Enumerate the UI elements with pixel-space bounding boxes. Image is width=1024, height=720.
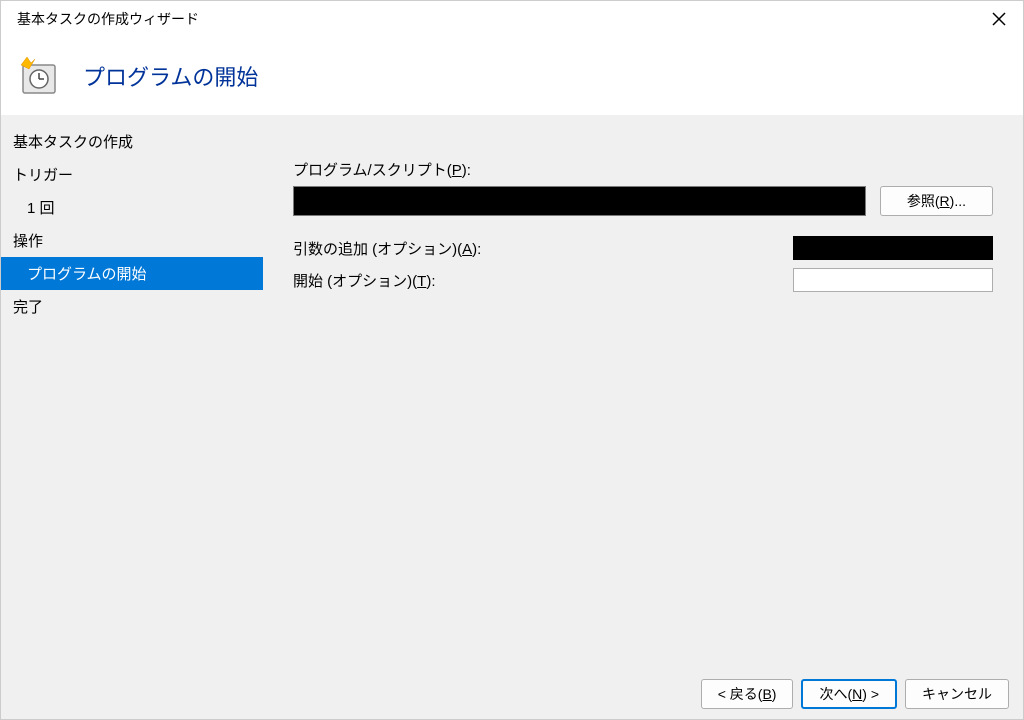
browse-button[interactable]: 参照(R)... xyxy=(880,186,993,216)
sidebar-item-finish[interactable]: 完了 xyxy=(1,290,263,323)
program-script-label: プログラム/スクリプト(P): xyxy=(293,159,993,180)
wizard-sidebar: 基本タスクの作成 トリガー 1 回 操作 プログラムの開始 完了 xyxy=(1,123,263,669)
sidebar-item-start-program[interactable]: プログラムの開始 xyxy=(1,257,263,290)
wizard-window: 基本タスクの作成ウィザード プログラムの開始 基本タスクの作成 トリガー 1 回 xyxy=(0,0,1024,720)
next-button[interactable]: 次へ(N) > xyxy=(801,679,897,709)
sidebar-item-action[interactable]: 操作 xyxy=(1,224,263,257)
cancel-button[interactable]: キャンセル xyxy=(905,679,1009,709)
titlebar: 基本タスクの作成ウィザード xyxy=(1,1,1023,37)
wizard-footer: < 戻る(B) 次へ(N) > キャンセル xyxy=(1,669,1023,719)
wizard-header: プログラムの開始 xyxy=(1,37,1023,115)
wizard-header-icon xyxy=(17,55,59,97)
startin-label: 開始 (オプション)(T): xyxy=(293,270,436,291)
arguments-row: 引数の追加 (オプション)(A): xyxy=(293,236,993,260)
arguments-input[interactable] xyxy=(793,236,993,260)
close-icon xyxy=(992,12,1006,26)
sidebar-item-once[interactable]: 1 回 xyxy=(1,191,263,224)
program-script-row: 参照(R)... xyxy=(293,186,993,216)
sidebar-item-trigger[interactable]: トリガー xyxy=(1,158,263,191)
startin-row: 開始 (オプション)(T): xyxy=(293,268,993,292)
startin-input[interactable] xyxy=(793,268,993,292)
clock-task-icon xyxy=(17,55,59,97)
wizard-main-panel: プログラム/スクリプト(P): 参照(R)... 引数の追加 (オプション)(A… xyxy=(263,123,1023,669)
back-button[interactable]: < 戻る(B) xyxy=(701,679,794,709)
close-button[interactable] xyxy=(987,7,1011,31)
window-title: 基本タスクの作成ウィザード xyxy=(17,9,199,29)
arguments-label: 引数の追加 (オプション)(A): xyxy=(293,238,481,259)
program-script-input[interactable] xyxy=(293,186,866,216)
sidebar-item-create-basic-task[interactable]: 基本タスクの作成 xyxy=(1,125,263,158)
wizard-step-title: プログラムの開始 xyxy=(83,60,258,92)
wizard-body: 基本タスクの作成 トリガー 1 回 操作 プログラムの開始 完了 プログラム/ス… xyxy=(1,115,1023,669)
